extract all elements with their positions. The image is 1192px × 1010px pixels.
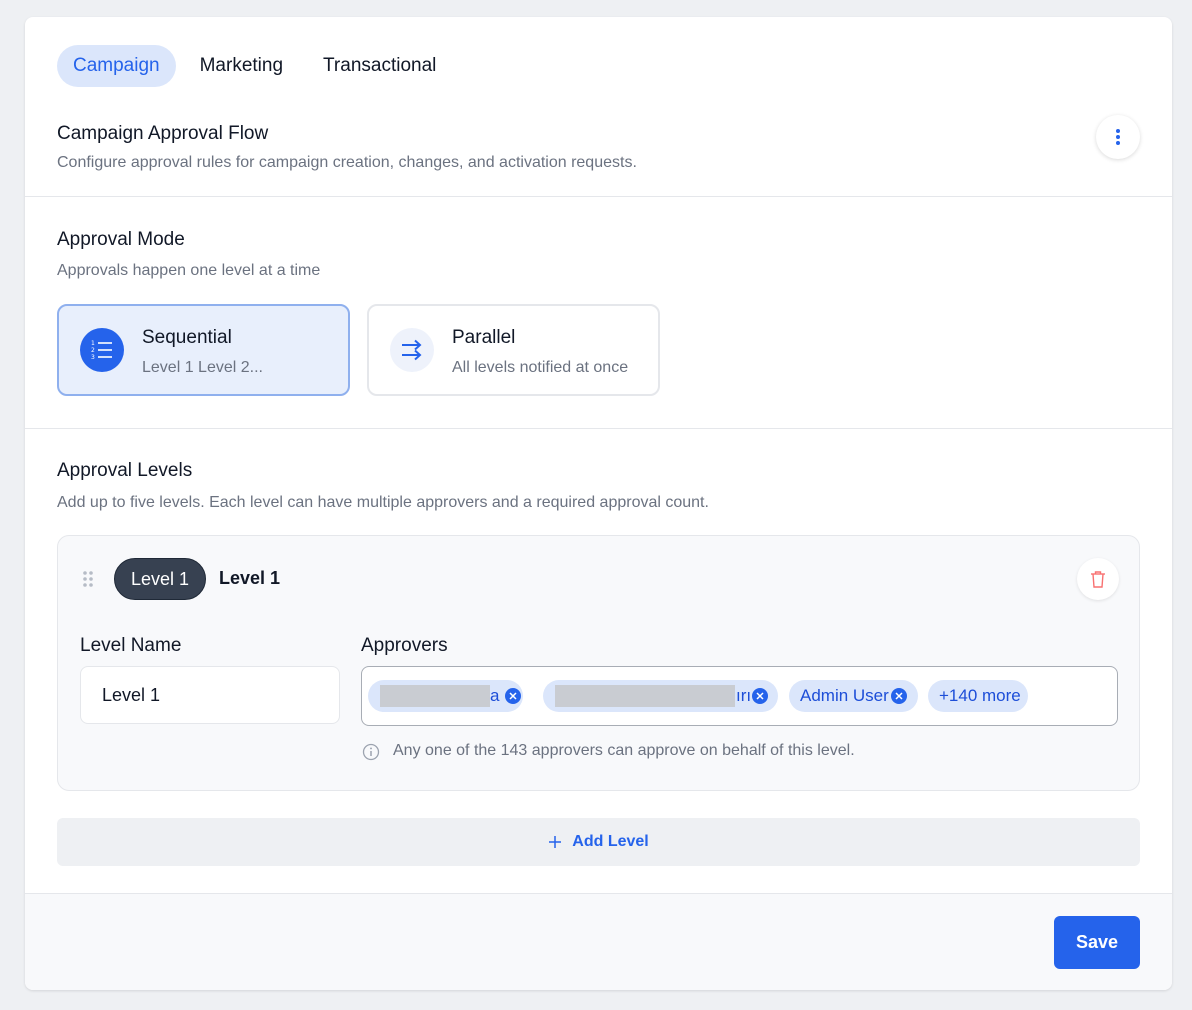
more-approvers-chip[interactable]: +140 more <box>928 680 1028 712</box>
remove-approver-button[interactable] <box>891 688 907 704</box>
close-icon <box>756 692 764 700</box>
more-options-button[interactable] <box>1096 115 1140 159</box>
add-level-button[interactable]: Add Level <box>57 818 1140 866</box>
level-name-input[interactable] <box>80 666 340 724</box>
mode-name: Sequential <box>142 327 232 348</box>
approval-levels-title: Approval Levels <box>57 460 193 481</box>
approval-levels-subtitle: Add up to five levels. Each level can ha… <box>57 494 709 511</box>
tab-campaign[interactable]: Campaign <box>57 45 176 87</box>
redacted-text <box>380 685 490 707</box>
approver-chip-label: a <box>490 686 500 705</box>
info-icon <box>362 743 380 761</box>
close-icon <box>509 692 517 700</box>
mode-name: Parallel <box>452 327 516 348</box>
level-name-label: Level Name <box>80 635 182 656</box>
ordered-list-icon: 1 2 3 <box>80 328 124 372</box>
trash-icon <box>1091 571 1105 588</box>
divider <box>25 196 1172 197</box>
mode-option-sequential[interactable]: 1 2 3 Sequential Level 1 Level 2... <box>57 304 350 396</box>
remove-approver-button[interactable] <box>752 688 768 704</box>
more-approvers-label: +140 more <box>939 686 1021 705</box>
approver-chip: a <box>368 680 523 712</box>
approver-chip-label: Admin User <box>800 686 889 705</box>
parallel-arrows-icon <box>390 328 434 372</box>
vertical-dots-icon <box>1116 129 1120 145</box>
approver-chip: ırı <box>543 680 778 712</box>
approvers-label: Approvers <box>361 635 448 656</box>
svg-text:1: 1 <box>91 340 95 347</box>
tab-transactional[interactable]: Transactional <box>307 45 452 87</box>
close-icon <box>895 692 903 700</box>
svg-text:2: 2 <box>91 347 95 354</box>
save-button[interactable]: Save <box>1054 916 1140 969</box>
level-badge: Level 1 <box>114 558 206 600</box>
svg-text:3: 3 <box>91 354 95 361</box>
tab-marketing[interactable]: Marketing <box>184 45 299 87</box>
page-subtitle: Configure approval rules for campaign cr… <box>57 154 637 171</box>
mode-description: All levels notified at once <box>452 359 629 376</box>
hint-text: Any one of the 143 approvers can approve… <box>393 742 855 759</box>
approvers-input[interactable]: a ırı Admin User +140 more <box>361 666 1118 726</box>
divider <box>25 428 1172 429</box>
plus-icon <box>549 836 562 848</box>
tab-bar: Campaign Marketing Transactional <box>57 45 452 87</box>
approval-mode-subtitle: Approvals happen one level at a time <box>57 262 321 279</box>
approval-settings-card: Campaign Marketing Transactional Campaig… <box>25 17 1172 990</box>
approval-mode-title: Approval Mode <box>57 229 185 250</box>
approver-chip: Admin User <box>789 680 918 712</box>
mode-description: Level 1 Level 2... <box>142 359 263 376</box>
level-card: Level 1 Level 1 Level Name Approvers a ı… <box>57 535 1140 791</box>
page-title: Campaign Approval Flow <box>57 123 269 144</box>
add-level-label: Add Level <box>572 833 649 850</box>
remove-approver-button[interactable] <box>505 688 521 704</box>
mode-option-parallel[interactable]: Parallel All levels notified at once <box>367 304 660 396</box>
level-heading: Level 1 <box>219 568 281 588</box>
redacted-text <box>555 685 735 707</box>
approver-chip-label: ırı <box>736 686 752 705</box>
footer-bar <box>25 893 1172 990</box>
delete-level-button[interactable] <box>1077 558 1119 600</box>
drag-handle-icon[interactable] <box>82 570 94 593</box>
